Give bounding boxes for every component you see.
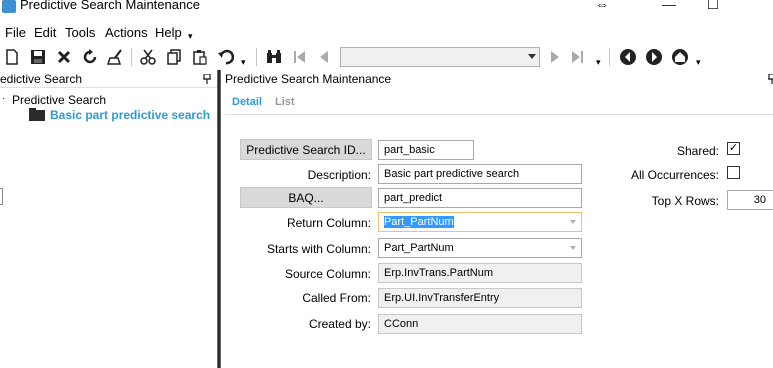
tab-detail[interactable]: Detail [232,96,262,108]
panel-splitter[interactable] [217,70,221,368]
home-icon[interactable] [671,48,689,66]
called-from-label: Called From: [302,291,371,305]
tab-divider [225,114,773,115]
window-title: Predictive Search Maintenance [20,0,200,12]
toolbar-overflow-icon[interactable]: ▾ [696,57,701,68]
pin-icon[interactable] [203,73,211,84]
toolbar-divider [609,48,610,66]
minimize-button[interactable]: — [659,0,679,12]
shared-checkbox[interactable]: ✓ [727,142,740,155]
save-icon[interactable] [29,48,47,66]
last-record-icon[interactable] [568,48,586,66]
return-column-value: Part_PartNum [384,216,454,228]
forward-circle-icon[interactable] [645,48,663,66]
starts-with-column-select[interactable]: Part_PartNum [378,238,582,258]
toolbar-divider [131,48,132,66]
next-record-icon[interactable] [546,48,564,66]
refresh-icon[interactable] [81,48,99,66]
cut-icon[interactable] [139,48,157,66]
all-occurrences-label: All Occurrences: [630,168,719,182]
description-field[interactable]: Basic part predictive search [378,164,582,184]
top-x-rows-label: Top X Rows: [651,194,719,208]
predictive-search-id-button[interactable]: Predictive Search ID... [240,139,372,160]
starts-with-column-value: Part_PartNum [384,242,454,254]
paste-icon[interactable] [191,48,209,66]
folder-icon [29,108,45,121]
chevron-down-icon [528,54,536,59]
right-panel-title: Predictive Search Maintenance [225,72,392,86]
tree-node-selected[interactable]: Basic part predictive search [50,108,210,122]
source-column-label: Source Column: [284,267,371,281]
menu-edit[interactable]: Edit [34,25,56,40]
clear-icon[interactable] [107,48,125,66]
created-by-label: Created by: [308,317,371,331]
return-column-label: Return Column: [286,216,371,230]
undo-icon[interactable] [217,48,235,66]
return-column-select[interactable]: Part_PartNum [378,212,582,232]
shared-label: Shared: [676,144,719,158]
new-icon[interactable] [3,48,21,66]
description-label: Description: [307,168,371,182]
undo-dropdown-icon[interactable]: ▾ [241,57,246,68]
maximize-button[interactable]: ☐ [703,0,723,12]
chevron-down-icon[interactable] [565,239,581,257]
menu-file[interactable]: File [5,25,26,40]
menu-tools[interactable]: Tools [65,25,95,40]
delete-icon[interactable] [55,48,73,66]
chevron-down-icon[interactable] [565,213,581,231]
pin-icon[interactable] [768,73,773,84]
predictive-search-id-field[interactable]: part_basic [378,140,474,160]
restore-icon[interactable]: ⇔ [592,0,612,12]
toolbar-divider [256,48,257,66]
baq-field[interactable]: part_predict [378,188,582,208]
tree-expand-icon[interactable]: · [2,93,5,104]
top-x-rows-field[interactable]: 30 [727,190,773,210]
menu-overflow-icon[interactable]: ▾ [188,31,193,42]
baq-button[interactable]: BAQ... [240,187,372,208]
source-column-field: Erp.InvTrans.PartNum [378,263,582,283]
record-navigator-select[interactable] [340,47,540,67]
nav-overflow-icon[interactable]: ▾ [596,57,601,68]
search-binoculars-icon[interactable] [265,48,283,66]
created-by-field: CConn [378,314,582,334]
back-circle-icon[interactable] [619,48,637,66]
tree-node-root[interactable]: Predictive Search [12,93,106,107]
previous-record-icon[interactable] [315,48,333,66]
called-from-field: Erp.UI.InvTransferEntry [378,288,582,308]
first-record-icon[interactable] [291,48,309,66]
tab-list[interactable]: List [275,96,295,108]
menu-actions[interactable]: Actions [105,25,148,40]
menu-help[interactable]: Help [155,25,182,40]
all-occurrences-checkbox[interactable] [727,166,740,179]
copy-icon[interactable] [165,48,183,66]
app-icon [2,0,16,13]
left-scroll-handle[interactable] [0,188,3,205]
left-panel-title: edictive Search [0,72,83,86]
starts-with-column-label: Starts with Column: [266,242,371,256]
